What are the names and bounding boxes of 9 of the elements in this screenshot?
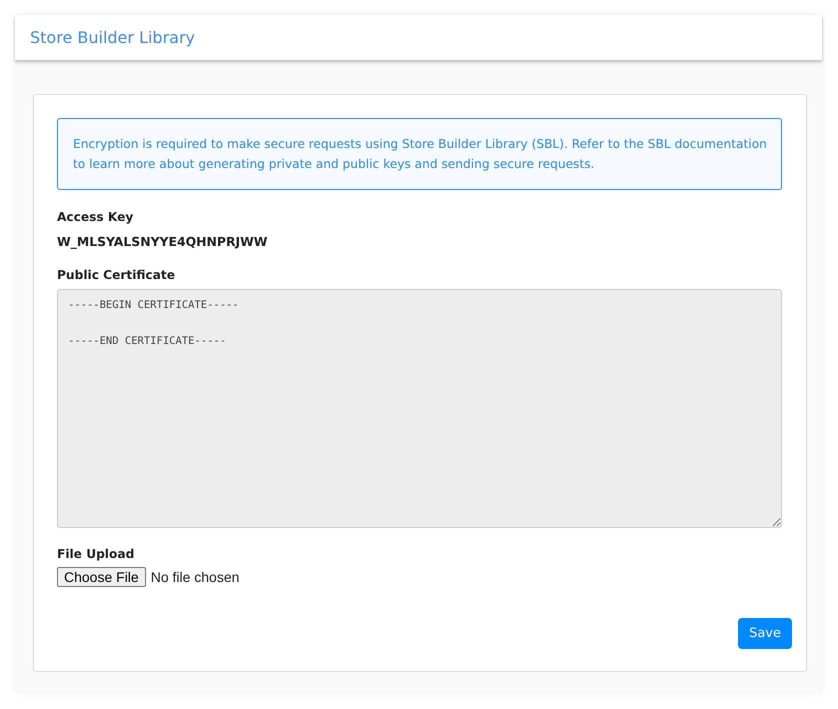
access-key-value: W_MLSYALSNYYE4QHNPRJWW <box>57 234 268 249</box>
info-notice: Encryption is required to make secure requests using Store Builder Library (SBL). Refer to the SBL documentation to learn more about generating private and public keys and sending secure requests. <box>57 118 782 190</box>
field-label: Public Certificate <box>57 268 176 282</box>
field-label: Access Key <box>57 210 134 224</box>
field-label: File Upload <box>57 547 136 561</box>
choose-file-button[interactable]: Choose File <box>57 567 146 587</box>
save-button[interactable]: Save <box>738 618 792 649</box>
file-status: No file chosen <box>150 569 240 585</box>
page-title: Store Builder Library <box>30 28 195 47</box>
